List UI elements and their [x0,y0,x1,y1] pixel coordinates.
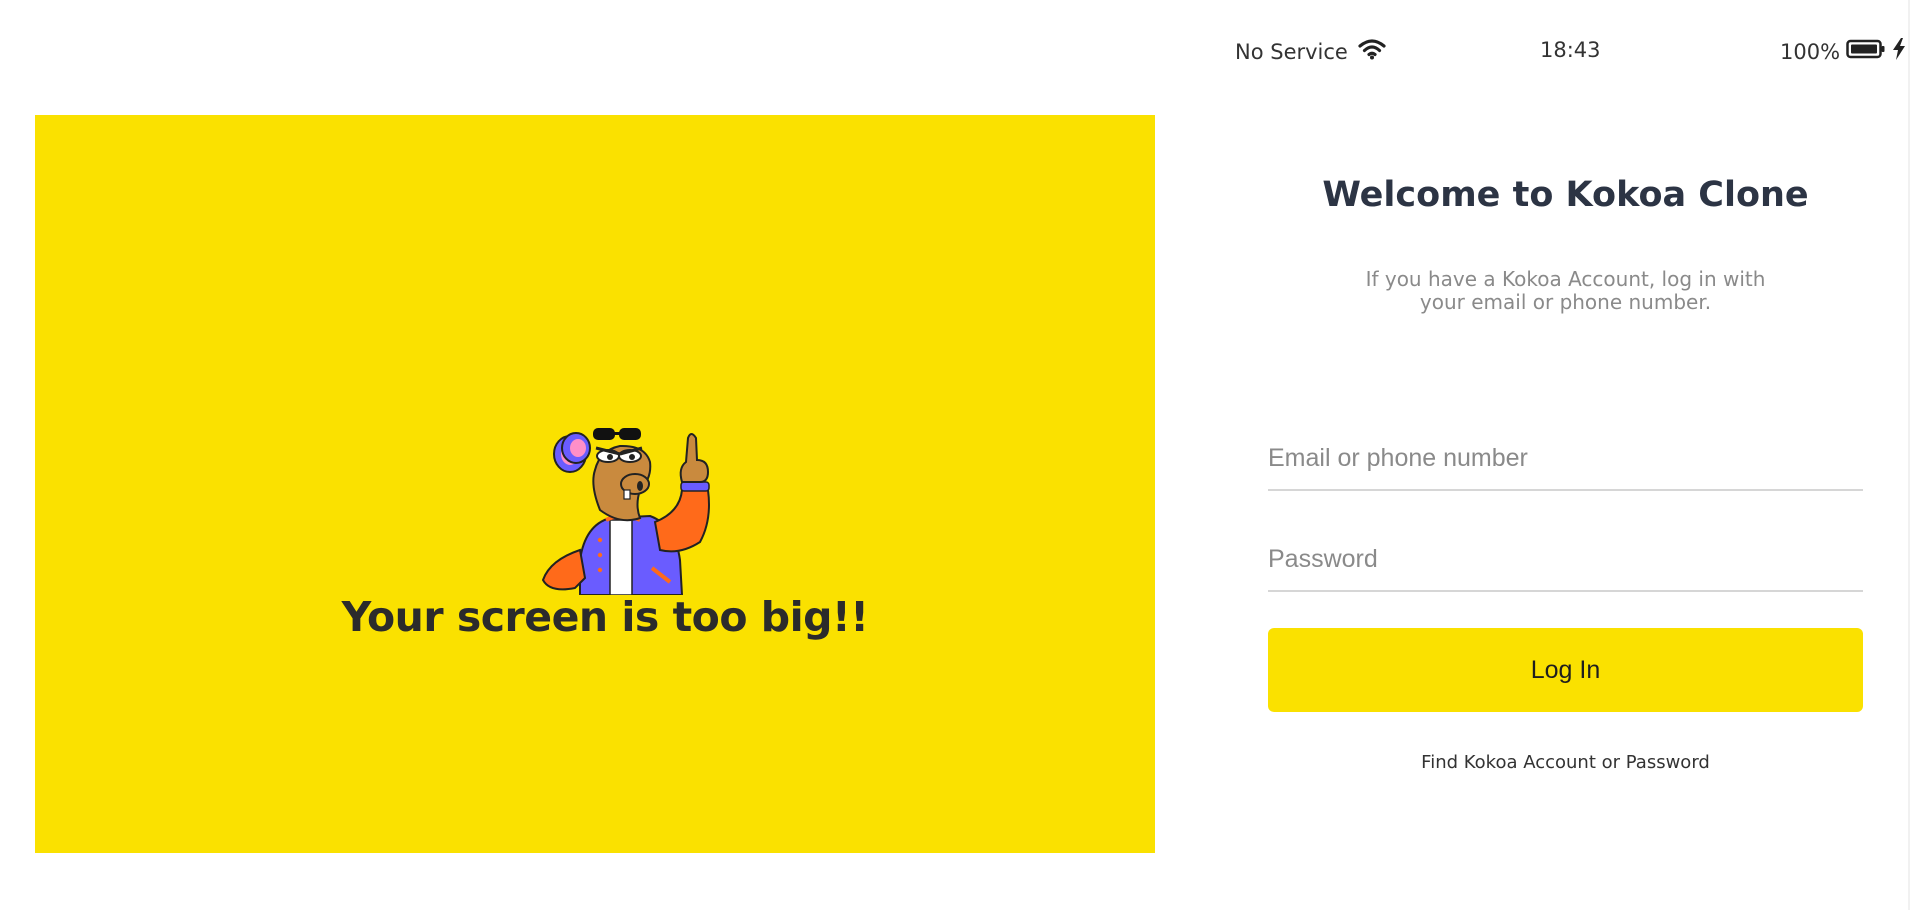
status-bar-right: 100% [1780,38,1906,65]
status-bar-left: No Service [1235,38,1386,65]
phone-login-panel: No Service 18:43 100% Welcome to Kokoa C… [1203,0,1910,910]
status-bar: No Service 18:43 100% [1203,34,1906,66]
lightning-bolt-icon [1892,38,1906,65]
screen-too-big-banner: Your screen is too big!! [35,115,1155,853]
battery-percent: 100% [1780,39,1841,64]
battery-full-icon [1846,39,1886,64]
login-form: Log In [1268,430,1863,712]
find-account-link[interactable]: Find Kokoa Account or Password [1203,752,1920,773]
welcome-description: If you have a Kokoa Account, log in with… [1365,267,1766,314]
carrier-text: No Service [1235,39,1348,64]
email-field[interactable] [1268,430,1863,491]
wifi-icon [1358,38,1386,65]
welcome-title: Welcome to Kokoa Clone [1322,175,1809,216]
mascot-illustration [541,428,710,595]
page: Your screen is too big!! No Service 18:4… [0,0,1920,910]
screen-too-big-message: Your screen is too big!! [341,593,869,641]
log-in-button[interactable]: Log In [1268,628,1863,712]
clock: 18:43 [1540,38,1601,62]
password-field[interactable] [1268,531,1863,592]
